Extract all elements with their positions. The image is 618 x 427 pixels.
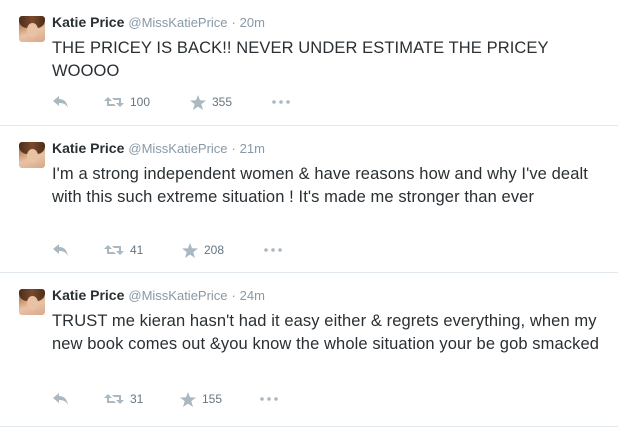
favorite-count: 208 <box>204 243 225 257</box>
retweet-count: 41 <box>130 243 144 257</box>
tweet-actions: 41 208 <box>52 240 352 260</box>
retweet-icon <box>104 394 124 404</box>
star-icon <box>182 242 198 258</box>
favorite-count: 155 <box>202 392 223 406</box>
star-icon <box>180 391 196 407</box>
favorite-button[interactable]: 155 <box>180 389 222 409</box>
timestamp[interactable]: 20m <box>240 15 265 30</box>
avatar[interactable] <box>19 16 45 42</box>
retweet-icon <box>104 97 124 107</box>
tweet-header: Katie Price @MissKatiePrice · 24m <box>52 285 265 305</box>
retweet-button[interactable]: 41 <box>104 240 143 260</box>
reply-button[interactable] <box>52 389 69 409</box>
more-button[interactable] <box>272 92 290 112</box>
author-handle[interactable]: @MissKatiePrice <box>128 15 227 30</box>
author-handle[interactable]: @MissKatiePrice <box>128 141 227 156</box>
separator: · <box>231 15 236 30</box>
author-handle[interactable]: @MissKatiePrice <box>128 288 227 303</box>
tweet-text: TRUST me kieran hasn't had it easy eithe… <box>52 312 600 353</box>
reply-button[interactable] <box>52 92 69 112</box>
author-name[interactable]: Katie Price <box>52 140 124 156</box>
more-icon <box>272 100 290 104</box>
author-name[interactable]: Katie Price <box>52 287 124 303</box>
more-button[interactable] <box>260 389 278 409</box>
tweet[interactable]: Katie Price @MissKatiePrice · 24m TRUST m… <box>0 273 618 427</box>
more-icon <box>264 248 282 252</box>
retweet-button[interactable]: 31 <box>104 389 143 409</box>
tweet-text: I'm a strong independent women & have re… <box>52 165 588 206</box>
more-button[interactable] <box>264 240 282 260</box>
tweet-header: Katie Price @MissKatiePrice · 20m <box>52 12 265 32</box>
retweet-count: 31 <box>130 392 144 406</box>
reply-icon <box>53 96 68 108</box>
favorite-button[interactable]: 355 <box>190 92 232 112</box>
tweet-timeline: Katie Price @MissKatiePrice · 20m THE PRI… <box>0 0 618 427</box>
retweet-icon <box>104 245 124 255</box>
tweet[interactable]: Katie Price @MissKatiePrice · 20m THE PRI… <box>0 0 618 126</box>
tweet-header: Katie Price @MissKatiePrice · 21m <box>52 138 265 158</box>
tweet-actions: 31 155 <box>52 389 352 409</box>
reply-icon <box>53 244 68 256</box>
avatar[interactable] <box>19 142 45 168</box>
tweet-text: THE PRICEY IS BACK!! NEVER UNDER ESTIMAT… <box>52 39 549 80</box>
star-icon <box>190 94 206 110</box>
reply-button[interactable] <box>52 240 69 260</box>
more-icon <box>260 397 278 401</box>
favorite-count: 355 <box>212 95 233 109</box>
author-name[interactable]: Katie Price <box>52 14 124 30</box>
tweet[interactable]: Katie Price @MissKatiePrice · 21m I'm a s… <box>0 126 618 273</box>
timestamp[interactable]: 24m <box>240 288 265 303</box>
favorite-button[interactable]: 208 <box>182 240 224 260</box>
timestamp[interactable]: 21m <box>240 141 265 156</box>
retweet-button[interactable]: 100 <box>104 92 150 112</box>
separator: · <box>231 141 236 156</box>
separator: · <box>231 288 236 303</box>
retweet-count: 100 <box>130 95 151 109</box>
avatar[interactable] <box>19 289 45 315</box>
reply-icon <box>53 393 68 405</box>
tweet-actions: 100 355 <box>52 92 352 112</box>
